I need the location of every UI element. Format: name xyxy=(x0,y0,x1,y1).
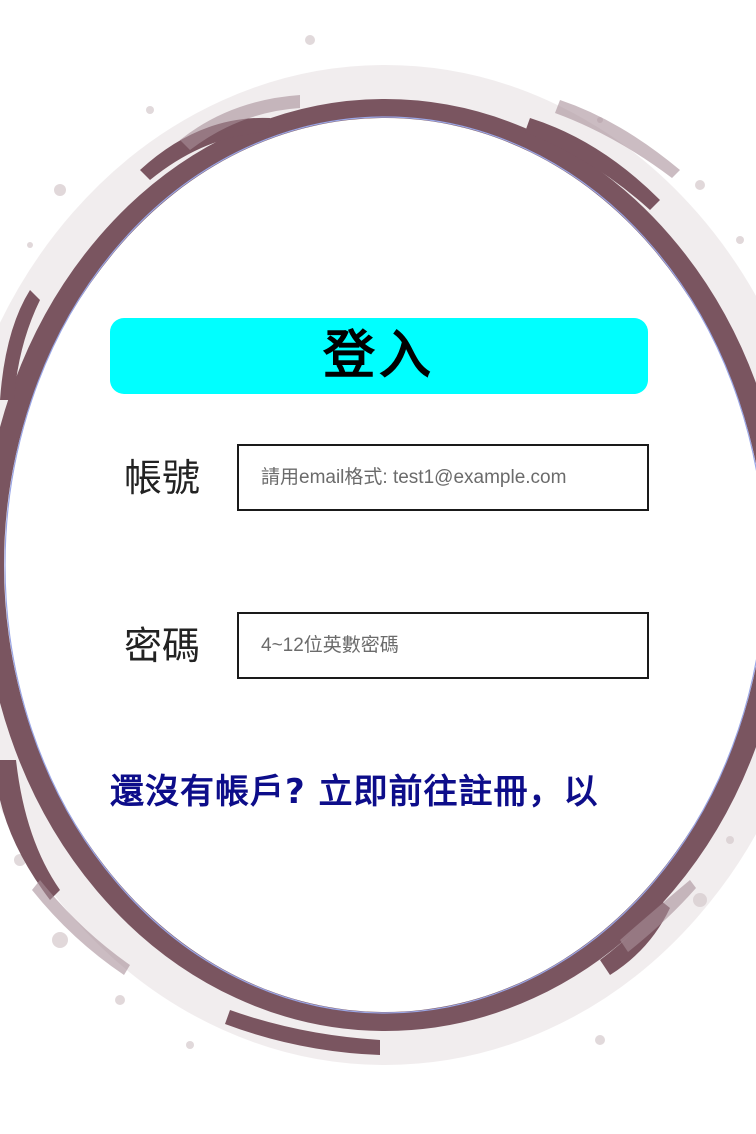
account-label: 帳號 xyxy=(124,456,201,500)
account-input[interactable] xyxy=(237,444,649,511)
password-label: 密碼 xyxy=(124,624,201,668)
login-title-bar: 登入 xyxy=(110,318,648,394)
password-input[interactable] xyxy=(237,612,649,679)
login-page: 登入 帳號 密碼 還沒有帳戶? 立即前往註冊，以 xyxy=(0,0,756,1134)
register-link[interactable]: 還沒有帳戶? 立即前往註冊，以 xyxy=(110,772,599,813)
login-title: 登入 xyxy=(322,326,435,386)
ink-circle-background xyxy=(0,35,756,1065)
